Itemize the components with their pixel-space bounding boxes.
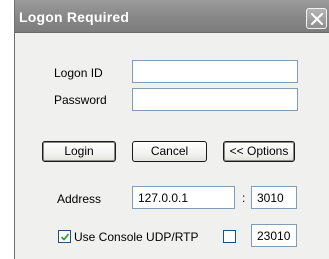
use-console-checkbox[interactable] xyxy=(58,230,71,243)
use-console-label: Use Console UDP/RTP xyxy=(74,230,199,244)
udp-checkbox[interactable] xyxy=(223,230,236,243)
address-label: Address xyxy=(57,192,102,206)
address-input[interactable] xyxy=(132,186,235,209)
options-button[interactable]: << Options xyxy=(223,141,295,162)
login-button[interactable]: Login xyxy=(42,141,116,162)
cancel-button[interactable]: Cancel xyxy=(132,141,207,162)
close-icon xyxy=(311,13,323,25)
password-input[interactable] xyxy=(132,88,298,111)
password-label: Password xyxy=(54,93,107,107)
logon-id-input[interactable] xyxy=(132,60,298,83)
port-separator: : xyxy=(242,191,246,205)
logon-dialog: Logon Required Logon ID Password Login C… xyxy=(14,0,329,259)
port-input[interactable] xyxy=(251,186,297,209)
title-bar[interactable]: Logon Required xyxy=(15,0,329,33)
udp-port-input[interactable] xyxy=(251,224,297,247)
checkmark-icon xyxy=(60,233,70,241)
window-title: Logon Required xyxy=(19,9,130,25)
close-button[interactable] xyxy=(306,8,327,29)
logon-id-label: Logon ID xyxy=(54,66,103,80)
